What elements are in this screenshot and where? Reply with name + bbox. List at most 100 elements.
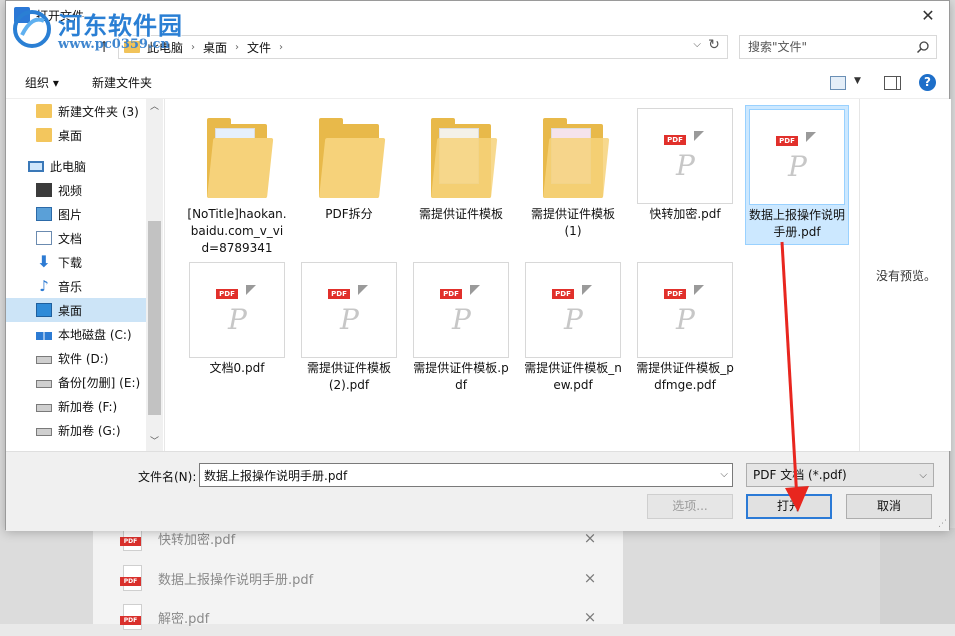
folder-icon — [301, 108, 397, 204]
folder-icon — [189, 108, 285, 204]
filename-combobox[interactable]: ⌵ — [199, 463, 733, 487]
up-arrow-icon[interactable]: ↑ — [92, 34, 116, 60]
sidebar-item-drive-g[interactable]: 新加卷 (G:) — [36, 418, 164, 442]
help-icon[interactable]: ? — [919, 74, 936, 91]
dialog-footer: 文件名(N): ⌵ PDF 文档 (*.pdf) ⌵ 选项... 打开 取消 ⋰ — [6, 451, 949, 531]
options-button[interactable]: 选项... — [647, 494, 733, 519]
scrollbar-thumb[interactable] — [148, 221, 161, 415]
sidebar-item-pictures[interactable]: 图片 — [36, 202, 164, 226]
file-type-select[interactable]: PDF 文档 (*.pdf) ⌵ — [746, 463, 934, 487]
background-side-panel — [880, 528, 955, 624]
file-name: 快转加密.pdf — [649, 207, 721, 221]
folder-icon — [525, 108, 621, 204]
file-item-pdf[interactable]: PDF P 文档0.pdf — [185, 259, 289, 380]
file-item-folder[interactable]: [NoTitle]haokan.baidu.com_v_vid=8789341 — [185, 105, 289, 260]
new-folder-button[interactable]: 新建文件夹 — [92, 74, 152, 91]
desktop-icon — [36, 303, 52, 317]
preview-pane-icon[interactable] — [884, 76, 901, 90]
folder-icon — [36, 104, 52, 118]
sidebar-item-drive-c[interactable]: 本地磁盘 (C:) — [36, 322, 164, 346]
pc-icon — [28, 160, 44, 172]
drive-icon — [36, 380, 52, 388]
view-options-dropdown-icon[interactable]: ▼ — [854, 76, 861, 86]
title-bar[interactable]: 打开文件 ✕ — [6, 1, 949, 31]
remove-file-icon[interactable]: × — [580, 569, 600, 587]
sidebar-item-videos[interactable]: 视频 — [36, 178, 164, 202]
file-item-pdf[interactable]: PDF P 需提供证件模板(2).pdf — [297, 259, 401, 397]
scroll-up-icon[interactable]: ︿ — [146, 99, 163, 116]
no-preview-message: 没有预览。 — [876, 269, 937, 283]
file-name: PDF拆分 — [325, 207, 373, 221]
breadcrumb-this-pc[interactable]: 此电脑 — [145, 39, 185, 56]
file-name: 需提供证件模板(1) — [530, 207, 615, 238]
sidebar-item-label: 此电脑 — [50, 159, 87, 174]
document-icon — [36, 231, 52, 245]
download-icon: ⬇ — [37, 252, 51, 271]
sidebar-item-drive-e[interactable]: 备份[勿删] (E:) — [36, 370, 164, 394]
sidebar-item-label: 桌面 — [58, 303, 83, 318]
open-file-dialog: 打开文件 ✕ ↑ 此电脑 › 桌面 › 文件 › ⌵ ↻ 组织 ▾ 新建文件夹 … — [5, 0, 951, 531]
close-icon[interactable]: ✕ — [915, 3, 941, 29]
filename-input[interactable] — [200, 464, 700, 486]
scroll-down-icon[interactable]: ﹀ — [146, 434, 163, 451]
navigation-pane: 新建文件夹 (3) 桌面 此电脑 视频 图片 文档 ⬇ 下载 ♪ 音乐 桌面 本地磁… — [6, 99, 164, 451]
breadcrumb-separator-icon[interactable]: › — [185, 42, 201, 53]
remove-file-icon[interactable]: × — [580, 608, 600, 626]
sidebar-item-downloads[interactable]: ⬇ 下载 — [36, 250, 164, 274]
remove-file-icon[interactable]: × — [580, 529, 600, 547]
pdf-file-icon: PDF P — [749, 109, 845, 205]
address-bar[interactable]: 此电脑 › 桌面 › 文件 › ⌵ ↻ — [118, 35, 728, 59]
search-icon[interactable] — [916, 40, 930, 54]
video-icon — [36, 183, 52, 197]
folder-icon — [124, 41, 140, 53]
breadcrumb-desktop[interactable]: 桌面 — [201, 39, 229, 56]
toolbar: 组织 ▾ 新建文件夹 ▼ ? — [6, 67, 949, 99]
breadcrumb-separator-icon[interactable]: › — [273, 42, 289, 53]
file-item-pdf[interactable]: PDF P 快转加密.pdf — [633, 105, 737, 226]
breadcrumb-files[interactable]: 文件 — [245, 39, 273, 56]
file-item-folder[interactable]: PDF拆分 — [297, 105, 401, 226]
filename-label: 文件名(N): — [138, 470, 197, 484]
drive-icon — [36, 356, 52, 364]
sidebar-item-label: 桌面 — [58, 128, 83, 143]
view-mode-icon[interactable] — [830, 76, 846, 90]
chevron-down-icon[interactable]: ⌵ — [693, 39, 701, 50]
sidebar-item-drive-f[interactable]: 新加卷 (F:) — [36, 394, 164, 418]
file-list: [NoTitle]haokan.baidu.com_v_vid=8789341 … — [164, 99, 859, 451]
resize-grip-icon[interactable]: ⋰ — [938, 519, 947, 529]
file-item-pdf[interactable]: PDF P 需提供证件模板.pdf — [409, 259, 513, 397]
preview-pane: 没有预览。 — [859, 99, 951, 451]
sidebar-item-documents[interactable]: 文档 — [36, 226, 164, 250]
organize-button[interactable]: 组织 ▾ — [25, 74, 59, 91]
sidebar-item-desktop-folder[interactable]: 桌面 — [36, 123, 164, 147]
breadcrumb-separator-icon[interactable]: › — [229, 42, 245, 53]
file-name: 需提供证件模板_pdfmge.pdf — [636, 361, 734, 392]
search-box — [739, 35, 937, 59]
chevron-down-icon[interactable]: ⌵ — [720, 469, 728, 480]
sidebar-item-desktop[interactable]: 桌面 — [6, 298, 146, 322]
sidebar-scrollbar[interactable]: ︿ ﹀ — [146, 99, 163, 451]
file-item-folder[interactable]: 需提供证件模板(1) — [521, 105, 625, 243]
sidebar-item-this-pc[interactable]: 此电脑 — [28, 154, 164, 178]
cancel-button[interactable]: 取消 — [846, 494, 932, 519]
pdf-file-icon: PDF P — [525, 262, 621, 358]
recent-file-row[interactable]: PDF 数据上报操作说明手册.pdf × — [120, 559, 600, 597]
file-item-pdf-selected[interactable]: PDF P 数据上报操作说明手册.pdf — [745, 105, 849, 245]
sidebar-item-new-folder-3[interactable]: 新建文件夹 (3) — [36, 99, 164, 123]
file-name: 需提供证件模板_new.pdf — [524, 361, 622, 392]
system-drive-icon — [36, 332, 52, 340]
search-input[interactable] — [740, 36, 905, 58]
pdf-file-icon: PDF P — [637, 262, 733, 358]
file-name: 数据上报操作说明手册.pdf — [748, 208, 845, 239]
sidebar-item-label: 备份[勿删] (E:) — [58, 375, 141, 390]
sidebar-item-music[interactable]: ♪ 音乐 — [36, 274, 164, 298]
chevron-down-icon[interactable]: ⌵ — [919, 465, 927, 487]
sidebar-item-drive-d[interactable]: 软件 (D:) — [36, 346, 164, 370]
recent-file-row[interactable]: PDF 解密.pdf × — [120, 598, 600, 636]
sidebar-item-label: 音乐 — [58, 279, 83, 294]
file-item-pdf[interactable]: PDF P 需提供证件模板_new.pdf — [521, 259, 625, 397]
open-button[interactable]: 打开 — [746, 494, 832, 519]
file-item-pdf[interactable]: PDF P 需提供证件模板_pdfmge.pdf — [633, 259, 737, 397]
file-item-folder[interactable]: 需提供证件模板 — [409, 105, 513, 226]
refresh-icon[interactable]: ↻ — [705, 37, 723, 53]
